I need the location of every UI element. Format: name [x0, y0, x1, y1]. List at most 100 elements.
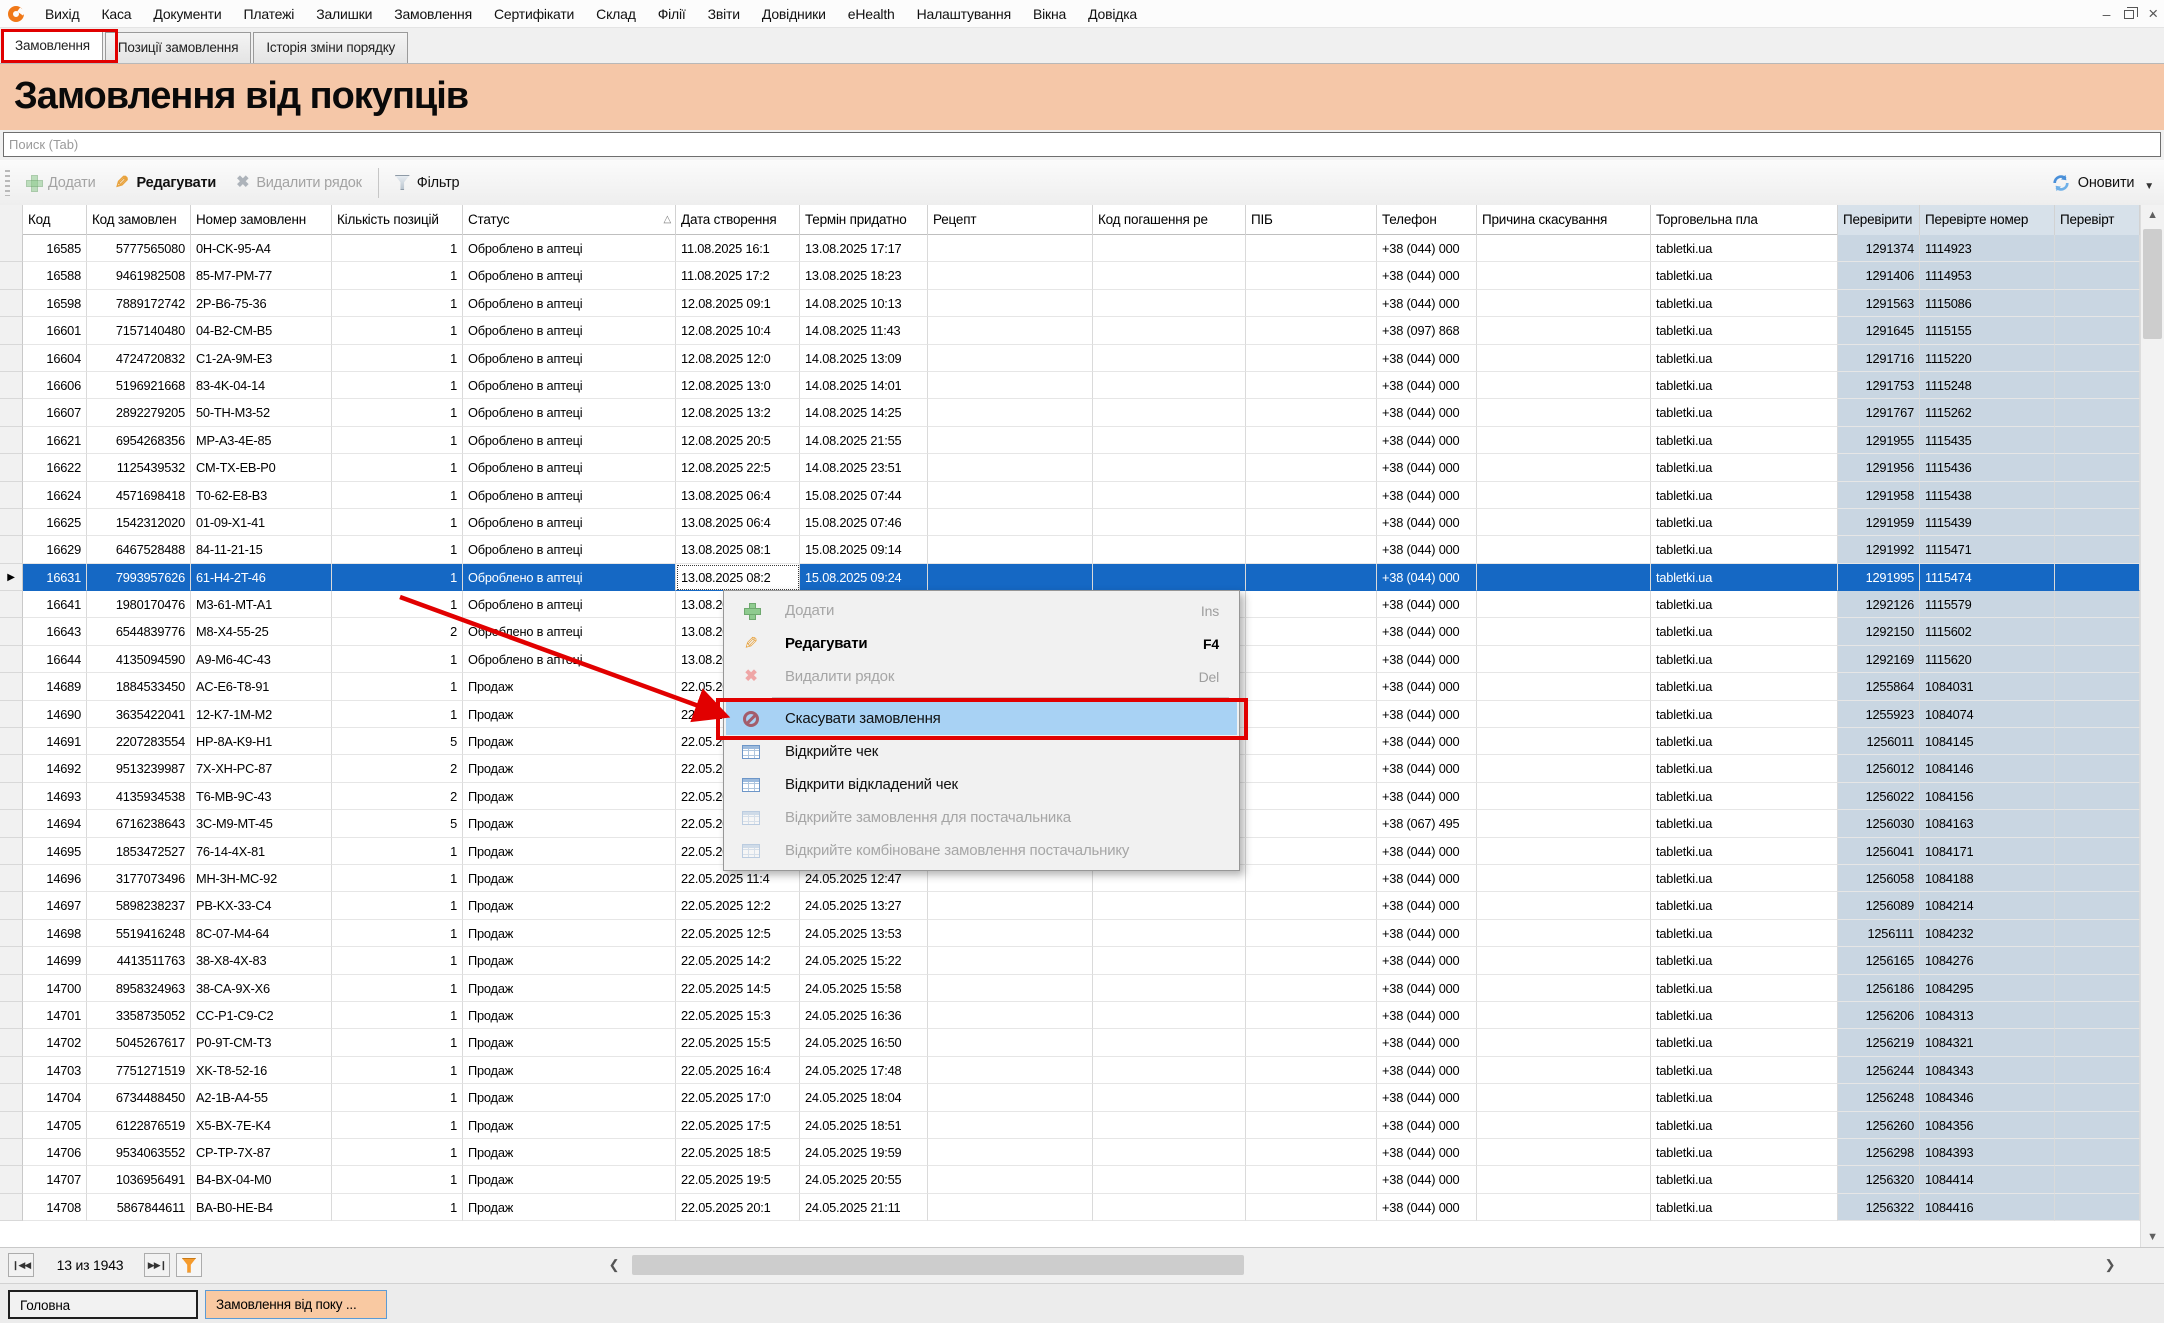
table-cell[interactable]: 1291959 — [1838, 509, 1920, 536]
table-cell[interactable]: 22.05.2025 17:0 — [676, 1084, 800, 1111]
table-cell[interactable]: 14695 — [23, 838, 87, 865]
table-cell[interactable]: 1 — [332, 262, 463, 289]
table-cell[interactable]: +38 (044) 000 — [1377, 536, 1477, 563]
table-cell[interactable]: tabletki.ua — [1651, 564, 1838, 591]
table-cell[interactable]: 1291406 — [1838, 262, 1920, 289]
table-cell[interactable]: 1084145 — [1920, 728, 2055, 755]
table-cell[interactable] — [1093, 317, 1246, 344]
table-cell[interactable]: 5867844611 — [87, 1194, 191, 1221]
table-cell[interactable] — [1093, 235, 1246, 262]
table-cell[interactable]: 6954268356 — [87, 427, 191, 454]
first-page-button[interactable]: ❙◀◀ — [8, 1253, 34, 1277]
table-cell[interactable]: Продаж — [463, 1057, 676, 1084]
table-cell[interactable] — [1246, 892, 1377, 919]
table-cell[interactable] — [928, 920, 1093, 947]
table-cell[interactable] — [1093, 1057, 1246, 1084]
refresh-dropdown-caret[interactable]: ▼ — [2144, 181, 2154, 192]
close-button[interactable]: × — [2148, 4, 2158, 24]
table-cell[interactable]: tabletki.ua — [1651, 1166, 1838, 1193]
table-cell[interactable]: 5898238237 — [87, 892, 191, 919]
column-header[interactable]: Код — [23, 205, 87, 235]
table-cell[interactable]: +38 (044) 000 — [1377, 618, 1477, 645]
table-cell[interactable] — [1477, 920, 1651, 947]
minimize-button[interactable]: – — [2103, 6, 2111, 22]
column-header[interactable]: Дата створення — [676, 205, 800, 235]
table-cell[interactable]: 04-B2-CM-B5 — [191, 317, 332, 344]
table-cell[interactable]: 1114953 — [1920, 262, 2055, 289]
table-cell[interactable]: 1256298 — [1838, 1139, 1920, 1166]
table-cell[interactable]: 1084188 — [1920, 865, 2055, 892]
table-cell[interactable]: 3C-M9-MT-45 — [191, 810, 332, 837]
table-cell[interactable] — [1477, 701, 1651, 728]
table-cell[interactable]: Продаж — [463, 701, 676, 728]
table-cell[interactable] — [1477, 728, 1651, 755]
table-cell[interactable]: 1115471 — [1920, 536, 2055, 563]
vertical-scrollbar[interactable]: ▲ ▼ — [2140, 205, 2164, 1247]
menu-item[interactable]: eHealth — [837, 6, 906, 22]
table-cell[interactable]: Продаж — [463, 728, 676, 755]
table-cell[interactable]: 38-X8-4X-83 — [191, 947, 332, 974]
table-cell[interactable] — [928, 345, 1093, 372]
refresh-button[interactable]: Оновити — [2052, 174, 2143, 192]
table-cell[interactable]: 16604 — [23, 345, 87, 372]
table-row[interactable]: 166221125439532CM-TX-EB-P01Оброблено в а… — [0, 454, 2140, 481]
table-cell[interactable] — [1246, 317, 1377, 344]
table-cell[interactable] — [1477, 947, 1651, 974]
table-cell[interactable]: 14703 — [23, 1057, 87, 1084]
table-row[interactable]: 166216954268356MP-A3-4E-851Оброблено в а… — [0, 427, 2140, 454]
table-cell[interactable]: tabletki.ua — [1651, 783, 1838, 810]
table-cell[interactable]: Оброблено в аптеці — [463, 646, 676, 673]
table-cell[interactable]: 12.08.2025 20:5 — [676, 427, 800, 454]
table-cell[interactable]: 1256022 — [1838, 783, 1920, 810]
table-cell[interactable] — [1246, 509, 1377, 536]
table-cell[interactable]: 14698 — [23, 920, 87, 947]
table-cell[interactable]: 1292150 — [1838, 618, 1920, 645]
tab-zamovlennya[interactable]: Замовлення — [2, 29, 103, 63]
table-cell[interactable] — [1246, 646, 1377, 673]
table-cell[interactable]: Оброблено в аптеці — [463, 290, 676, 317]
table-cell[interactable]: 1115436 — [1920, 454, 2055, 481]
table-cell[interactable]: 13.08.2025 17:17 — [800, 235, 928, 262]
table-cell[interactable]: 7889172742 — [87, 290, 191, 317]
table-cell[interactable]: 13.08.2025 08:2 — [676, 564, 800, 591]
table-cell[interactable]: Оброблено в аптеці — [463, 509, 676, 536]
table-row[interactable]: 14700895832496338-CA-9X-X61Продаж22.05.2… — [0, 975, 2140, 1002]
table-cell[interactable] — [1093, 1194, 1246, 1221]
table-cell[interactable]: 12-K7-1M-M2 — [191, 701, 332, 728]
table-cell[interactable] — [928, 509, 1093, 536]
column-header[interactable]: Статус△ — [463, 205, 676, 235]
table-cell[interactable] — [1246, 399, 1377, 426]
table-cell[interactable]: 1 — [332, 673, 463, 700]
menu-item[interactable]: Довідка — [1077, 6, 1148, 22]
table-cell[interactable]: +38 (044) 000 — [1377, 454, 1477, 481]
table-cell[interactable] — [1477, 1139, 1651, 1166]
table-cell[interactable] — [1477, 865, 1651, 892]
table-cell[interactable]: 5 — [332, 728, 463, 755]
table-cell[interactable] — [928, 1194, 1093, 1221]
table-cell[interactable]: MH-3H-MC-92 — [191, 865, 332, 892]
table-cell[interactable]: tabletki.ua — [1651, 1002, 1838, 1029]
table-cell[interactable]: 1256248 — [1838, 1084, 1920, 1111]
context-menu-item[interactable]: Відкрийте чек — [726, 735, 1237, 768]
table-cell[interactable]: +38 (044) 000 — [1377, 564, 1477, 591]
table-cell[interactable] — [2055, 646, 2140, 673]
table-cell[interactable]: 3635422041 — [87, 701, 191, 728]
table-cell[interactable]: 24.05.2025 18:51 — [800, 1112, 928, 1139]
table-cell[interactable]: 1291374 — [1838, 235, 1920, 262]
table-cell[interactable]: 1255923 — [1838, 701, 1920, 728]
table-cell[interactable] — [1477, 755, 1651, 782]
table-cell[interactable]: 1 — [332, 564, 463, 591]
table-cell[interactable]: +38 (044) 000 — [1377, 427, 1477, 454]
table-cell[interactable]: Оброблено в аптеці — [463, 317, 676, 344]
table-cell[interactable]: +38 (044) 000 — [1377, 947, 1477, 974]
table-cell[interactable]: 16622 — [23, 454, 87, 481]
table-cell[interactable]: Продаж — [463, 1194, 676, 1221]
table-cell[interactable]: 1256165 — [1838, 947, 1920, 974]
table-cell[interactable]: Продаж — [463, 892, 676, 919]
table-cell[interactable] — [1246, 591, 1377, 618]
menu-item[interactable]: Філії — [647, 6, 697, 22]
table-cell[interactable]: 1125439532 — [87, 454, 191, 481]
table-cell[interactable] — [2055, 783, 2140, 810]
table-cell[interactable] — [928, 235, 1093, 262]
table-cell[interactable] — [2055, 235, 2140, 262]
